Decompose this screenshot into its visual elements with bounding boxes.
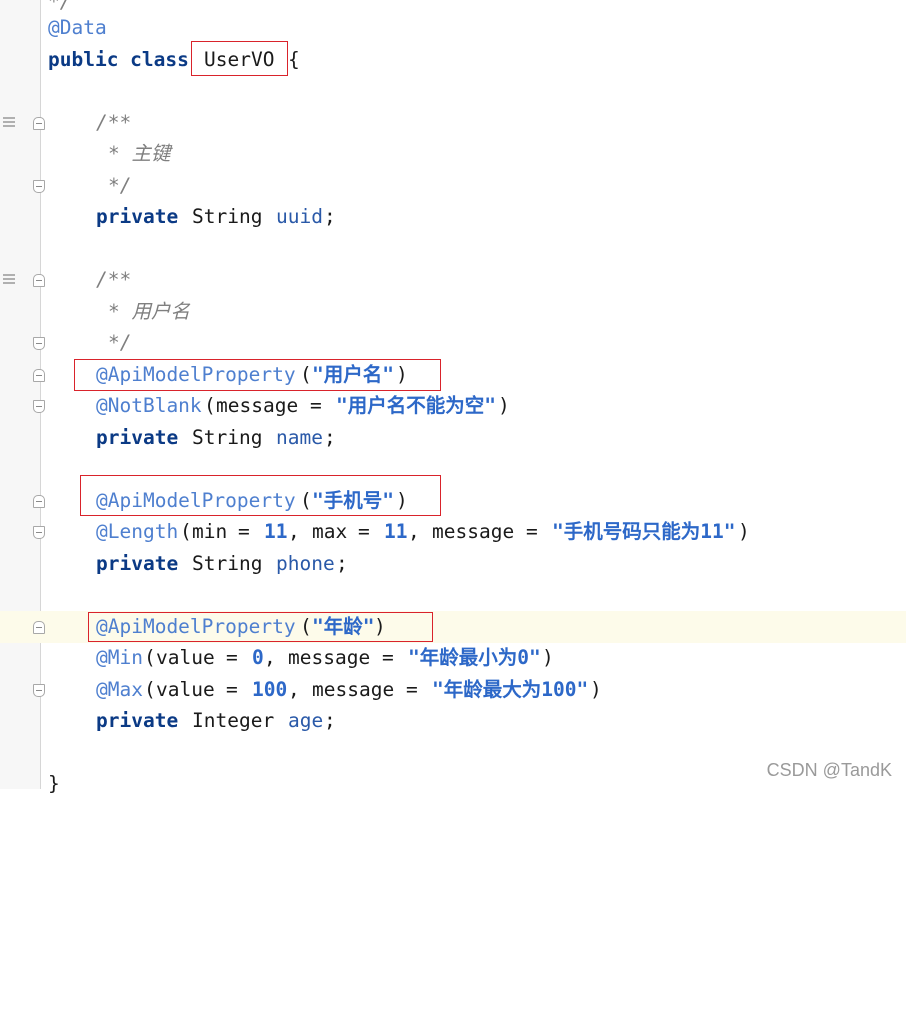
field-name: age (288, 709, 324, 732)
string-literal: "手机号码只能为11" (552, 520, 736, 543)
type-name: String (192, 426, 263, 449)
type-name: String (192, 552, 263, 575)
comma: , (288, 520, 300, 543)
type-name: Integer (192, 709, 275, 732)
private-keyword: private (96, 552, 179, 575)
paren-close: ) (498, 394, 510, 417)
semicolon: ; (324, 426, 336, 449)
comma: , (408, 520, 420, 543)
code-line[interactable]: */ (0, 327, 906, 359)
paren-close: ) (590, 678, 602, 701)
field-name: name (276, 426, 323, 449)
doc-open: /** (96, 268, 132, 291)
highlight-box-username (74, 359, 441, 391)
equals: = (406, 678, 418, 701)
paren-open: ( (204, 394, 216, 417)
number-literal: 11 (384, 520, 408, 543)
equals: = (238, 520, 250, 543)
notblank-annotation: @NotBlank (96, 394, 202, 417)
param-key: message (312, 678, 395, 701)
code-line[interactable]: */ (0, 170, 906, 202)
equals: = (310, 394, 322, 417)
paren-open: ( (180, 520, 192, 543)
field-name: uuid (276, 205, 323, 228)
string-literal: "用户名不能为空" (336, 394, 496, 417)
highlight-box-phone (80, 475, 441, 516)
semicolon: ; (336, 552, 348, 575)
param-key: value (156, 646, 215, 669)
doc-open: /** (96, 111, 132, 134)
param-key: message (288, 646, 371, 669)
open-brace: { (288, 48, 300, 71)
param-key: max (312, 520, 348, 543)
code-line[interactable]: /** (0, 264, 906, 296)
code-line[interactable]: public class UserVO { (0, 44, 906, 76)
param-key: value (156, 678, 215, 701)
code-line[interactable]: private String name ; (0, 422, 906, 454)
param-key: min (192, 520, 228, 543)
code-line[interactable]: private String uuid ; (0, 201, 906, 233)
code-line[interactable]: @Max ( value = 100 , message = "年龄最大为100… (0, 674, 906, 706)
code-line[interactable]: /** (0, 107, 906, 139)
code-line[interactable]: @Min ( value = 0 , message = "年龄最小为0" ) (0, 642, 906, 674)
close-brace: } (48, 772, 60, 795)
max-annotation: @Max (96, 678, 143, 701)
code-line[interactable]: @NotBlank ( message = "用户名不能为空" ) (0, 390, 906, 422)
doc-close: */ (108, 174, 132, 197)
string-literal: "年龄最小为0" (408, 646, 541, 669)
param-key: message (216, 394, 299, 417)
field-name: phone (276, 552, 335, 575)
comma: , (288, 678, 300, 701)
code-line[interactable]: @Length ( min = 11 , max = 11 , message … (0, 516, 906, 548)
equals: = (226, 678, 238, 701)
equals: = (526, 520, 538, 543)
min-annotation: @Min (96, 646, 143, 669)
semicolon: ; (324, 205, 336, 228)
code-line[interactable]: private Integer age ; (0, 705, 906, 737)
doc-uuid: * 主键 (108, 142, 171, 165)
watermark: CSDN @TandK (766, 760, 892, 780)
string-literal: "年龄最大为100" (432, 678, 589, 701)
data-annotation: @Data (48, 16, 107, 39)
doc-close: */ (108, 331, 132, 354)
paren-close: ) (738, 520, 750, 543)
class-keyword: public class (48, 48, 189, 71)
doc-username: * 用户名 (108, 300, 190, 323)
number-literal: 11 (264, 520, 288, 543)
paren-open: ( (144, 646, 156, 669)
equals: = (382, 646, 394, 669)
highlight-box-class-name (191, 41, 288, 76)
code-line[interactable]: private String phone ; (0, 548, 906, 580)
length-annotation: @Length (96, 520, 179, 543)
highlight-box-age (88, 612, 433, 642)
private-keyword: private (96, 709, 179, 732)
code-line[interactable]: @Data (0, 12, 906, 44)
number-literal: 0 (252, 646, 264, 669)
paren-open: ( (144, 678, 156, 701)
type-name: String (192, 205, 263, 228)
code-line[interactable]: * 用户名 (0, 296, 906, 328)
comma: , (264, 646, 276, 669)
semicolon: ; (324, 709, 336, 732)
private-keyword: private (96, 205, 179, 228)
param-key: message (432, 520, 515, 543)
number-literal: 100 (252, 678, 288, 701)
private-keyword: private (96, 426, 179, 449)
code-line[interactable]: * 主键 (0, 138, 906, 170)
equals: = (226, 646, 238, 669)
equals: = (358, 520, 370, 543)
paren-close: ) (542, 646, 554, 669)
